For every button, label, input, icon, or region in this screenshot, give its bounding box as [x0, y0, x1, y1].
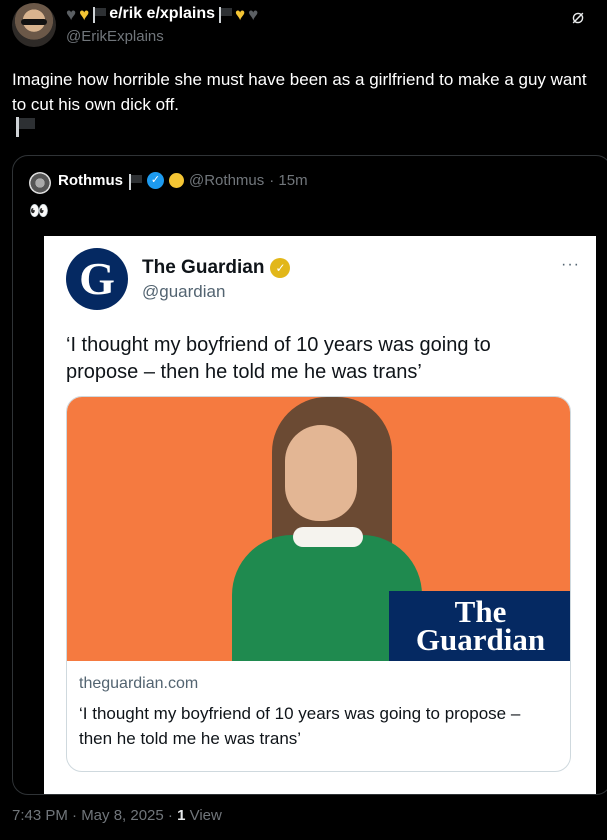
tweet-meta: 7:43 PM · May 8, 2025 · 1 View — [12, 807, 222, 824]
gold-verified-icon: ✓ — [270, 258, 291, 278]
quoted-tweet[interactable]: Rothmus ✓ @Rothmus · 15m 👀 G The Guardia… — [12, 155, 607, 795]
quoted-author-handle[interactable]: @Rothmus — [189, 172, 264, 189]
guardian-tweet-text: ‘I thought my boyfriend of 10 years was … — [66, 334, 491, 383]
guardian-wordmark: The Guardian — [389, 591, 570, 661]
gold-badge-icon — [169, 173, 184, 188]
author-handle[interactable]: @ErikExplains — [66, 28, 164, 45]
article-photo: The Guardian — [67, 397, 570, 661]
link-domain: theguardian.com — [79, 675, 199, 692]
more-icon: ··· — [561, 256, 580, 273]
timestamp[interactable]: 7:43 PM · May 8, 2025 · — [12, 807, 177, 824]
author-avatar[interactable] — [12, 3, 56, 47]
quoted-time: · 15m — [269, 172, 308, 189]
author-name[interactable]: e/rik e/xplains — [109, 5, 215, 23]
quoted-author-name[interactable]: Rothmus — [58, 172, 123, 189]
flag-icon — [15, 117, 37, 137]
guardian-name: The Guardian — [142, 257, 265, 278]
heart-yellow-icon: ♥ — [79, 4, 90, 24]
guardian-handle: @guardian — [142, 282, 226, 301]
flag-icon — [218, 7, 233, 23]
heart-yellow-icon: ♥ — [235, 4, 246, 24]
wordmark-line2: Guardian — [415, 622, 546, 657]
verified-icon: ✓ — [147, 172, 164, 189]
views-label: View — [189, 807, 222, 824]
embedded-tweet-screenshot: G The Guardian ✓ @guardian ··· ‘I though… — [44, 236, 596, 794]
flag-icon — [92, 7, 107, 23]
photo-face — [285, 425, 357, 521]
grok-icon[interactable]: ⌀ — [567, 6, 589, 28]
flag-icon — [128, 173, 142, 190]
guardian-name-row: The Guardian ✓ — [142, 257, 291, 279]
guardian-logo-icon: G — [66, 248, 128, 310]
link-preview-card: The Guardian theguardian.com ‘I thought … — [66, 396, 571, 772]
heart-gray-icon: ♥ — [248, 4, 259, 24]
author-name-row[interactable]: ♥ ♥ e/rik e/xplains ♥ ♥ — [66, 5, 258, 23]
tweet-text: Imagine how horrible she must have been … — [12, 70, 587, 114]
heart-gray-icon: ♥ — [66, 4, 77, 24]
eyes-emoji: 👀 — [29, 203, 49, 220]
views-count: 1 — [177, 807, 186, 824]
photo-collar — [293, 527, 363, 547]
quoted-header: Rothmus ✓ @Rothmus · 15m — [58, 172, 308, 190]
quoted-author-avatar[interactable] — [29, 172, 51, 194]
link-title: ‘I thought my boyfriend of 10 years was … — [79, 704, 521, 748]
